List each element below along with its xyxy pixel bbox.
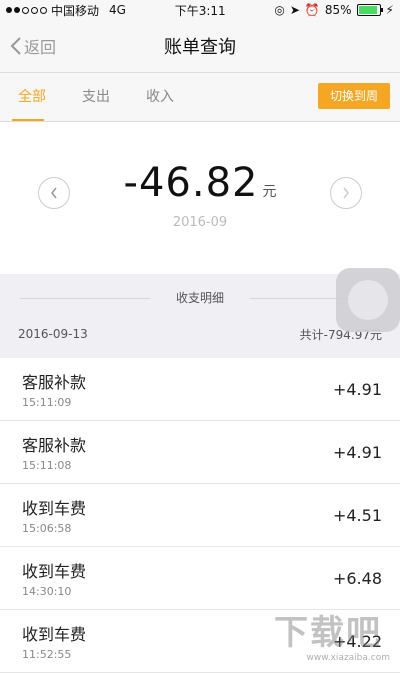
status-left: 中国移动 4G (6, 2, 126, 19)
item-time: 11:52:55 (22, 648, 72, 661)
chevron-right-icon (343, 187, 349, 199)
lock-rotation-icon: ◎ (274, 3, 285, 17)
group-date: 2016-09-13 (18, 327, 88, 341)
tab-all[interactable]: 全部 (0, 73, 64, 121)
item-time: 15:11:08 (22, 459, 72, 472)
carrier-label: 中国移动 (51, 3, 100, 18)
item-name: 收到车费 (22, 499, 87, 518)
alarm-icon: ⏰ (304, 3, 320, 17)
tab-expense[interactable]: 支出 (64, 73, 128, 121)
battery-icon (356, 4, 383, 16)
status-right: ◎ ➤ ⏰ 85% ⚡ (274, 3, 394, 17)
charging-icon: ⚡ (385, 3, 394, 17)
list-item[interactable]: 收到车费 15:06:58 +4.51 (0, 484, 400, 547)
item-amount: +4.91 (332, 379, 382, 399)
back-button[interactable]: 返回 (10, 34, 56, 58)
assistive-touch-button[interactable] (336, 268, 400, 332)
switch-to-week-button[interactable]: 切换到周 (317, 83, 390, 109)
item-amount: +6.48 (332, 568, 382, 588)
section-header: 收支明细 (0, 268, 400, 332)
back-label: 返回 (24, 38, 57, 57)
item-name: 客服补款 (22, 373, 87, 392)
section-title: 收支明细 (167, 288, 232, 306)
location-icon: ➤ (289, 3, 300, 17)
battery-percent: 85% (324, 3, 352, 17)
item-time: 15:06:58 (22, 522, 72, 535)
item-amount: +4.51 (332, 505, 382, 525)
chevron-left-icon (10, 37, 21, 55)
item-amount: +4.91 (332, 442, 382, 462)
status-bar: 中国移动 4G 下午3:11 ◎ ➤ ⏰ 85% ⚡ (0, 0, 400, 20)
item-name: 客服补款 (22, 436, 87, 455)
list-item[interactable]: 收到车费 14:30:10 +6.48 (0, 547, 400, 610)
battery-fill (358, 6, 378, 14)
nav-bar: 返回 账单查询 (0, 20, 400, 73)
list-item[interactable]: 客服补款 15:11:08 +4.91 (0, 421, 400, 484)
network-label: 4G (109, 3, 126, 17)
next-month-button[interactable] (330, 177, 362, 209)
watermark-domain: www.xiazaiba.com (306, 653, 390, 663)
total-amount: -46.82 (123, 160, 259, 206)
item-time: 15:11:09 (22, 396, 72, 409)
signal-icon (6, 6, 47, 14)
item-name: 收到车费 (22, 625, 87, 644)
list-item[interactable]: 客服补款 15:11:09 +4.91 (0, 358, 400, 421)
status-time: 下午3:11 (174, 3, 226, 18)
item-time: 14:30:10 (22, 585, 72, 598)
filter-tabs: 全部 支出 收入 切换到周 (0, 73, 400, 122)
period-label: 2016-09 (172, 215, 228, 230)
tab-income[interactable]: 收入 (128, 73, 192, 121)
item-name: 收到车费 (22, 562, 87, 581)
watermark-logo: 下载吧 (274, 613, 382, 653)
divider-left (20, 298, 150, 299)
amount-unit: 元 (262, 184, 277, 200)
page-title: 账单查询 (164, 37, 236, 58)
summary-card: -46.82 元 2016-09 (0, 122, 400, 274)
